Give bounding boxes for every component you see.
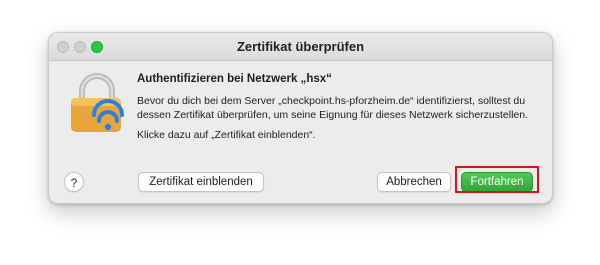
screenshot-stage: Zertifikat überprüfen Authentifizieren b… <box>0 0 600 265</box>
dialog-heading: Authentifizieren bei Netzwerk „hsx“ <box>137 73 332 85</box>
lock-wifi-icon <box>67 70 127 134</box>
show-certificate-button[interactable]: Zertifikat einblenden <box>138 172 264 192</box>
cancel-button[interactable]: Abbrechen <box>377 172 451 192</box>
continue-button-highlight-box <box>455 166 539 193</box>
dialog-hint-text: Klicke dazu auf „Zertifikat einblenden“. <box>137 129 316 141</box>
title-bar: Zertifikat überprüfen <box>49 33 552 61</box>
dialog-body-text: Bevor du dich bei dem Server „checkpoint… <box>137 95 529 121</box>
window-title: Zertifikat überprüfen <box>236 39 365 54</box>
help-button[interactable]: ? <box>64 172 84 192</box>
